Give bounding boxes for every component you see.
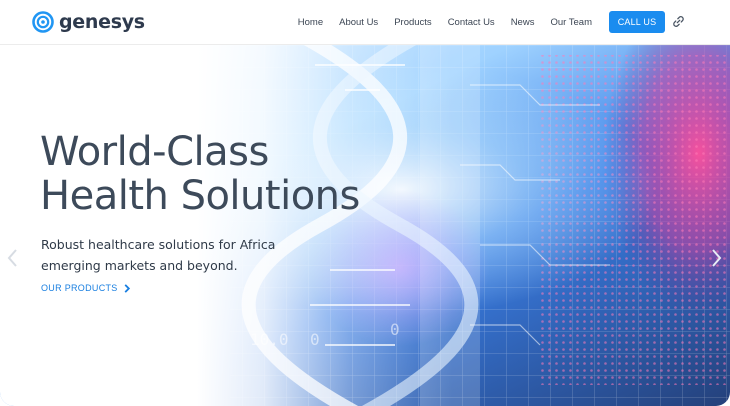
- our-products-label: OUR PRODUCTS: [41, 283, 118, 293]
- main-nav: Home About Us Products Contact Us News O…: [298, 0, 592, 45]
- hero-title-line-1: World-Class: [40, 129, 269, 175]
- nav-item-contact-us[interactable]: Contact Us: [448, 17, 495, 28]
- genesys-logo-icon: [32, 11, 54, 33]
- hero-title-line-2: Health Solutions: [40, 173, 360, 219]
- call-us-button[interactable]: CALL US: [609, 11, 665, 33]
- nav-item-about-us[interactable]: About Us: [339, 17, 378, 28]
- hero-slider: 10.0 0 0 World-Class Health Solutions Ro…: [0, 45, 730, 406]
- slider-prev-arrow[interactable]: [5, 247, 21, 269]
- hero-title: World-Class Health Solutions: [40, 130, 360, 218]
- hero-subtitle: Robust healthcare solutions for Africa e…: [41, 237, 276, 273]
- link-icon[interactable]: [672, 15, 685, 28]
- site-header: genesys Home About Us Products Contact U…: [0, 0, 730, 45]
- nav-item-our-team[interactable]: Our Team: [550, 17, 592, 28]
- chevron-right-icon: [124, 283, 130, 293]
- page: genesys Home About Us Products Contact U…: [0, 0, 730, 406]
- hero-fade-overlay: [0, 45, 730, 406]
- our-products-link[interactable]: OUR PRODUCTS: [41, 283, 131, 293]
- slider-next-arrow[interactable]: [708, 247, 724, 269]
- logo-text: genesys: [59, 11, 145, 33]
- nav-item-news[interactable]: News: [511, 17, 535, 28]
- nav-item-home[interactable]: Home: [298, 17, 323, 28]
- nav-item-products[interactable]: Products: [394, 17, 432, 28]
- logo[interactable]: genesys: [32, 11, 145, 33]
